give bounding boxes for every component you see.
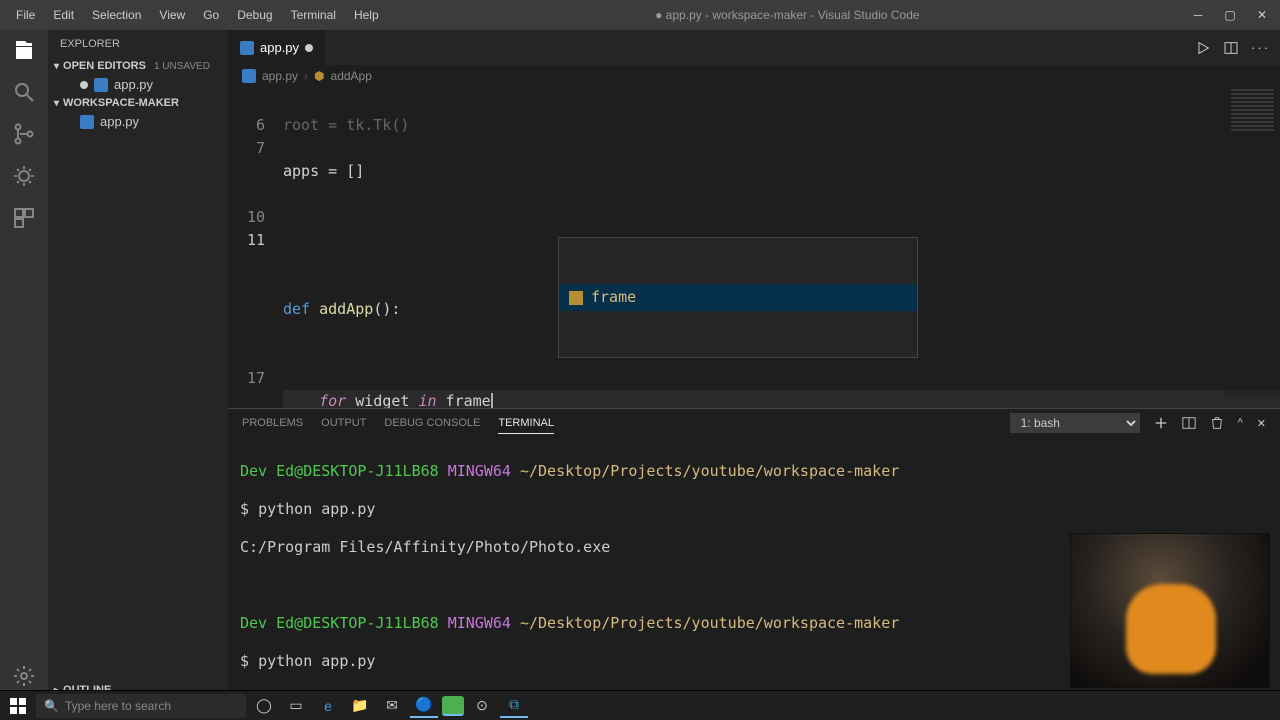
activity-bar [0, 30, 48, 698]
tab-debug-console[interactable]: DEBUG CONSOLE [384, 413, 480, 433]
tab-output[interactable]: OUTPUT [321, 413, 366, 433]
menu-file[interactable]: File [8, 4, 43, 26]
python-file-icon [240, 41, 254, 55]
workspace-header[interactable]: ▾ WORKSPACE-MAKER [48, 95, 228, 111]
menu-terminal[interactable]: Terminal [283, 4, 344, 26]
tab-problems[interactable]: PROBLEMS [242, 413, 303, 433]
terminal-selector[interactable]: 1: bash [1010, 413, 1140, 433]
search-icon[interactable] [12, 80, 36, 104]
start-button[interactable] [4, 694, 32, 718]
autocomplete-item[interactable]: frame [559, 284, 917, 311]
workspace-file[interactable]: app.py [48, 111, 228, 132]
app-icon[interactable] [442, 696, 464, 716]
cortana-icon[interactable]: ◯ [250, 694, 278, 718]
code-content[interactable]: root = tk.Tk() apps = [] def addApp(): f… [283, 87, 1280, 408]
explorer-title: EXPLORER [48, 30, 228, 58]
menu-debug[interactable]: Debug [229, 4, 280, 26]
task-view-icon[interactable]: ▭ [282, 694, 310, 718]
tab-app-py[interactable]: app.py [228, 30, 326, 65]
menu-selection[interactable]: Selection [84, 4, 149, 26]
python-file-icon [80, 115, 94, 129]
chevron-down-icon: ▾ [54, 61, 59, 72]
unsaved-badge: 1 UNSAVED [154, 61, 210, 72]
app2-icon[interactable]: ⊙ [468, 694, 496, 718]
file-label: app.py [114, 77, 153, 92]
symbol-icon: ⬢ [314, 69, 324, 83]
maximize-button[interactable]: ▢ [1220, 8, 1240, 22]
webcam-overlay [1070, 533, 1270, 688]
editor-tabs: app.py ··· [228, 30, 1280, 65]
windows-taskbar: 🔍 Type here to search ◯ ▭ e 📁 ✉ 🔵 ⊙ ⧉ [0, 690, 1280, 720]
split-editor-icon[interactable] [1223, 40, 1239, 56]
open-editors-label: OPEN EDITORS [63, 60, 146, 72]
python-file-icon [94, 78, 108, 92]
open-editor-file[interactable]: app.py [48, 74, 228, 95]
menu-edit[interactable]: Edit [45, 4, 82, 26]
chevron-down-icon: ▾ [54, 98, 59, 109]
menu-help[interactable]: Help [346, 4, 387, 26]
trash-icon[interactable] [1210, 416, 1224, 430]
more-icon[interactable]: ··· [1251, 40, 1270, 55]
workspace-label: WORKSPACE-MAKER [63, 97, 179, 109]
run-icon[interactable] [1195, 40, 1211, 56]
explorer-icon[interactable] [12, 38, 36, 62]
window-title: ● app.py - workspace-maker - Visual Stud… [387, 8, 1188, 22]
new-terminal-icon[interactable] [1154, 416, 1168, 430]
vscode-icon[interactable]: ⧉ [500, 694, 528, 718]
autocomplete-label: frame [591, 286, 636, 309]
chevron-right-icon: › [304, 69, 308, 83]
tab-terminal[interactable]: TERMINAL [498, 413, 554, 434]
menu-bar: File Edit Selection View Go Debug Termin… [8, 4, 387, 26]
taskbar-search[interactable]: 🔍 Type here to search [36, 694, 246, 718]
file-label: app.py [100, 114, 139, 129]
breadcrumb-symbol[interactable]: addApp [331, 69, 372, 83]
autocomplete-popup[interactable]: frame [558, 237, 918, 358]
source-control-icon[interactable] [12, 122, 36, 146]
close-panel-icon[interactable]: ✕ [1257, 417, 1266, 430]
modified-dot-icon [305, 44, 313, 52]
chrome-icon[interactable]: 🔵 [410, 694, 438, 718]
tab-label: app.py [260, 40, 299, 55]
edge-icon[interactable]: e [314, 694, 342, 718]
menu-go[interactable]: Go [195, 4, 227, 26]
minimize-button[interactable]: ─ [1188, 8, 1208, 22]
variable-icon [569, 291, 583, 305]
maximize-panel-icon[interactable]: ^ [1238, 417, 1243, 429]
close-button[interactable]: ✕ [1252, 8, 1272, 22]
open-editors-header[interactable]: ▾ OPEN EDITORS 1 UNSAVED [48, 58, 228, 74]
modified-dot-icon [80, 81, 88, 89]
explorer-sidebar: EXPLORER ▾ OPEN EDITORS 1 UNSAVED app.py… [48, 30, 228, 698]
extensions-icon[interactable] [12, 206, 36, 230]
python-file-icon [242, 69, 256, 83]
debug-icon[interactable] [12, 164, 36, 188]
mail-icon[interactable]: ✉ [378, 694, 406, 718]
line-gutter: 6 7 10 11 17 [228, 87, 283, 408]
settings-gear-icon[interactable] [12, 664, 36, 688]
titlebar: File Edit Selection View Go Debug Termin… [0, 0, 1280, 30]
minimap[interactable] [1225, 87, 1280, 397]
text-cursor [491, 393, 493, 409]
code-editor[interactable]: 6 7 10 11 17 root = tk.Tk() apps = [] de… [228, 87, 1280, 408]
breadcrumb[interactable]: app.py › ⬢ addApp [228, 65, 1280, 87]
file-explorer-icon[interactable]: 📁 [346, 694, 374, 718]
menu-view[interactable]: View [151, 4, 193, 26]
breadcrumb-file[interactable]: app.py [262, 69, 298, 83]
split-terminal-icon[interactable] [1182, 416, 1196, 430]
search-placeholder: Type here to search [65, 699, 171, 713]
search-icon: 🔍 [44, 699, 59, 713]
